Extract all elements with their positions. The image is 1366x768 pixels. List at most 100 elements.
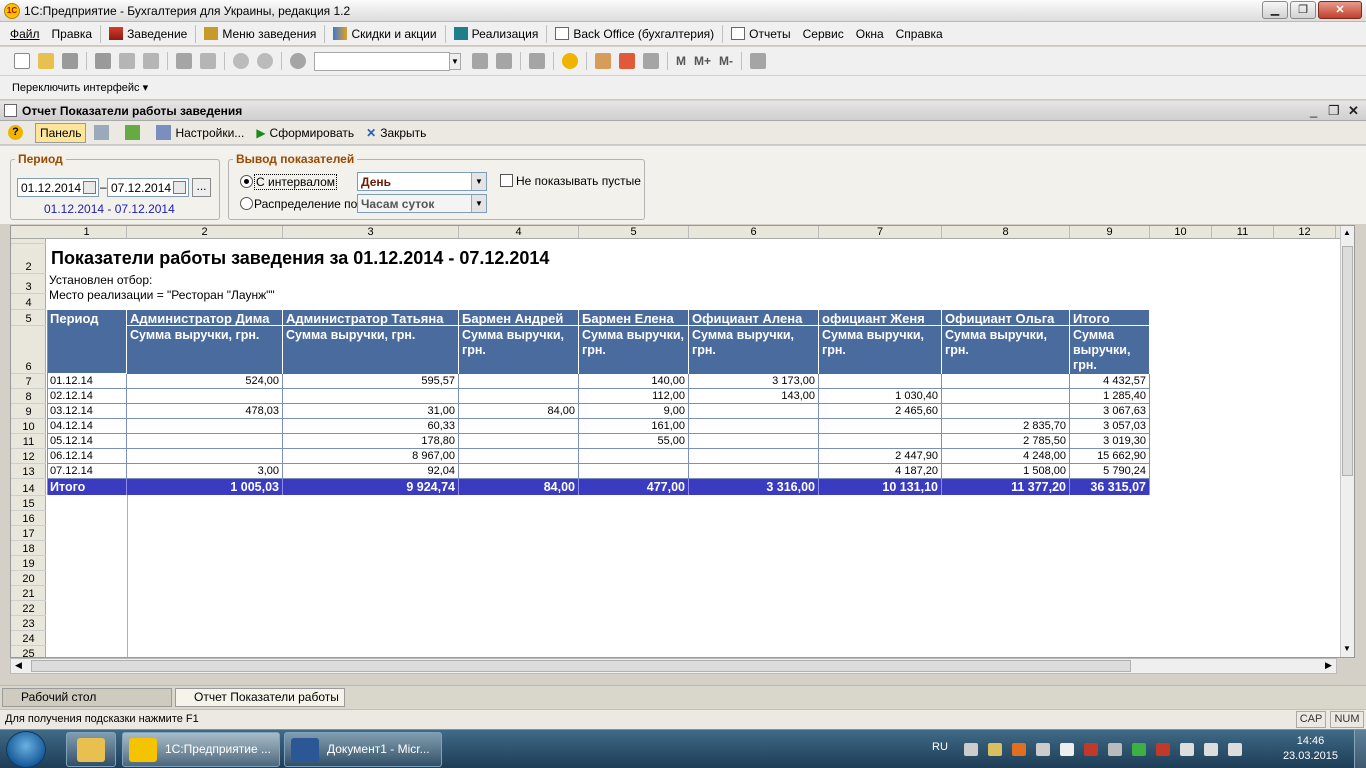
calculator-icon[interactable] (595, 53, 611, 69)
chevron-down-icon[interactable]: ▼ (471, 195, 486, 212)
undo-icon[interactable] (233, 53, 249, 69)
interval-label[interactable]: С интервалом (254, 174, 338, 190)
app-tray-icon[interactable] (1084, 743, 1098, 756)
report-spreadsheet[interactable]: 1 2 3 4 5 6 7 8 9 10 11 12 2 3 4 5 6 7 8 9 10 11 12 13 14 15 16 17… (10, 225, 1355, 658)
redo-icon[interactable] (257, 53, 273, 69)
restore-settings-button[interactable] (121, 123, 148, 143)
period-select-button[interactable]: ... (192, 178, 211, 197)
tab-desktop[interactable]: Рабочий стол (2, 688, 172, 707)
doc-restore-button[interactable]: ❐ (1328, 103, 1340, 119)
vertical-scroll-thumb[interactable] (1342, 246, 1353, 476)
tab-report[interactable]: Отчет Показатели работы ... (175, 688, 345, 721)
column-number[interactable]: 10 (1150, 226, 1212, 239)
row-number[interactable]: 9 (11, 404, 46, 419)
date-to-field[interactable]: 07.12.2014 (107, 178, 189, 197)
volume-icon[interactable] (1228, 743, 1242, 756)
menu-help[interactable]: Справка (890, 24, 949, 44)
row-number[interactable]: 15 (11, 496, 46, 511)
app-tray-icon[interactable] (1132, 743, 1146, 756)
save-icon[interactable] (62, 53, 78, 69)
memory-minus-button[interactable]: M- (719, 54, 733, 68)
menu-file[interactable]: Файл (4, 24, 46, 44)
windows-icon[interactable] (529, 53, 545, 69)
column-number[interactable]: 11 (1212, 226, 1274, 239)
print-icon[interactable] (176, 53, 192, 69)
chevron-down-icon[interactable]: ▼ (471, 173, 486, 190)
calendar-icon[interactable] (173, 181, 186, 194)
column-number[interactable]: 1 (47, 226, 127, 239)
hide-empty-checkbox[interactable] (500, 174, 513, 187)
window-titlebar[interactable]: 1С 1С:Предприятие - Бухгалтерия для Укра… (0, 0, 1366, 22)
row-number[interactable]: 16 (11, 511, 46, 526)
row-number[interactable]: 17 (11, 526, 46, 541)
app-tray-icon[interactable] (1060, 743, 1074, 756)
printer-icon[interactable] (964, 743, 978, 756)
column-number[interactable]: 2 (127, 226, 283, 239)
scroll-left-icon[interactable]: ◀ (15, 660, 22, 671)
column-number[interactable]: 7 (819, 226, 942, 239)
search-dropdown-icon[interactable]: ▼ (449, 52, 461, 70)
interval-select[interactable]: День ▼ (357, 172, 487, 191)
save-settings-button[interactable] (90, 123, 117, 143)
memory-m-button[interactable]: M (676, 54, 686, 68)
print-preview-icon[interactable] (200, 53, 216, 69)
panel-button[interactable]: Панель (35, 122, 87, 143)
switch-interface-button[interactable]: Переключить интерфейс ▾ (12, 81, 148, 94)
row-number[interactable]: 18 (11, 541, 46, 556)
search-input[interactable]: ▼ (314, 51, 461, 71)
find-next-icon[interactable] (472, 53, 488, 69)
app-tray-icon[interactable] (988, 743, 1002, 756)
taskbar-item-1c[interactable]: 1С:Предприятие ... (122, 732, 280, 767)
cut-icon[interactable] (95, 53, 111, 69)
paste-icon[interactable] (143, 53, 159, 69)
app-tray-icon[interactable] (1108, 743, 1122, 756)
row-number[interactable]: 20 (11, 571, 46, 586)
menu-back-office[interactable]: Back Office (бухгалтерия) (549, 24, 720, 44)
scroll-down-icon[interactable]: ▼ (1343, 644, 1351, 653)
scroll-up-icon[interactable]: ▲ (1343, 228, 1351, 237)
taskbar-item-word[interactable]: Документ1 - Micr... (284, 732, 442, 767)
column-number[interactable]: 4 (459, 226, 579, 239)
minimize-button[interactable]: ▁ (1262, 1, 1288, 19)
app-tray-icon[interactable] (1156, 743, 1170, 756)
settings-button[interactable]: Настройки... (152, 123, 248, 143)
distribution-radio[interactable] (240, 197, 253, 210)
language-indicator[interactable]: RU (932, 741, 948, 753)
explorer-taskbar-button[interactable] (66, 732, 116, 767)
menu-establishment[interactable]: Заведение (103, 24, 193, 44)
row-number[interactable]: 10 (11, 419, 46, 434)
row-number[interactable]: 14 (11, 479, 46, 496)
menu-establishment-menu[interactable]: Меню заведения (198, 24, 322, 44)
show-desktop-button[interactable] (1354, 730, 1366, 768)
column-number[interactable]: 12 (1274, 226, 1336, 239)
close-window-button[interactable]: ✕ (1318, 1, 1362, 19)
app-tray-icon[interactable] (1036, 743, 1050, 756)
tools-icon[interactable] (750, 53, 767, 69)
open-folder-icon[interactable] (38, 53, 54, 69)
row-number[interactable]: 4 (11, 294, 46, 310)
row-number[interactable]: 23 (11, 616, 46, 631)
menu-windows[interactable]: Окна (850, 24, 890, 44)
menu-service[interactable]: Сервис (797, 24, 850, 44)
row-number[interactable]: 2 (11, 244, 46, 274)
calendar-icon[interactable] (619, 53, 635, 69)
close-report-button[interactable]: ✕ Закрыть (362, 123, 430, 143)
distribution-label[interactable]: Распределение по (254, 197, 357, 211)
row-number[interactable]: 8 (11, 389, 46, 404)
row-number[interactable]: 24 (11, 631, 46, 646)
horizontal-scroll-thumb[interactable] (31, 660, 1131, 672)
text-icon[interactable] (643, 53, 659, 69)
row-number[interactable]: 12 (11, 449, 46, 464)
new-document-icon[interactable] (14, 53, 30, 69)
column-number[interactable]: 9 (1070, 226, 1150, 239)
doc-close-button[interactable]: ✕ (1348, 103, 1359, 119)
app-tray-icon[interactable] (1012, 743, 1026, 756)
date-from-field[interactable]: 01.12.2014 (17, 178, 99, 197)
vertical-scrollbar[interactable]: ▲ ▼ (1340, 226, 1354, 657)
generate-button[interactable]: ▶ Сформировать (252, 123, 358, 143)
scroll-right-icon[interactable]: ▶ (1325, 660, 1332, 671)
row-number[interactable]: 21 (11, 586, 46, 601)
column-number[interactable]: 6 (689, 226, 819, 239)
start-button[interactable] (6, 731, 46, 768)
row-number[interactable]: 25 (11, 646, 46, 657)
